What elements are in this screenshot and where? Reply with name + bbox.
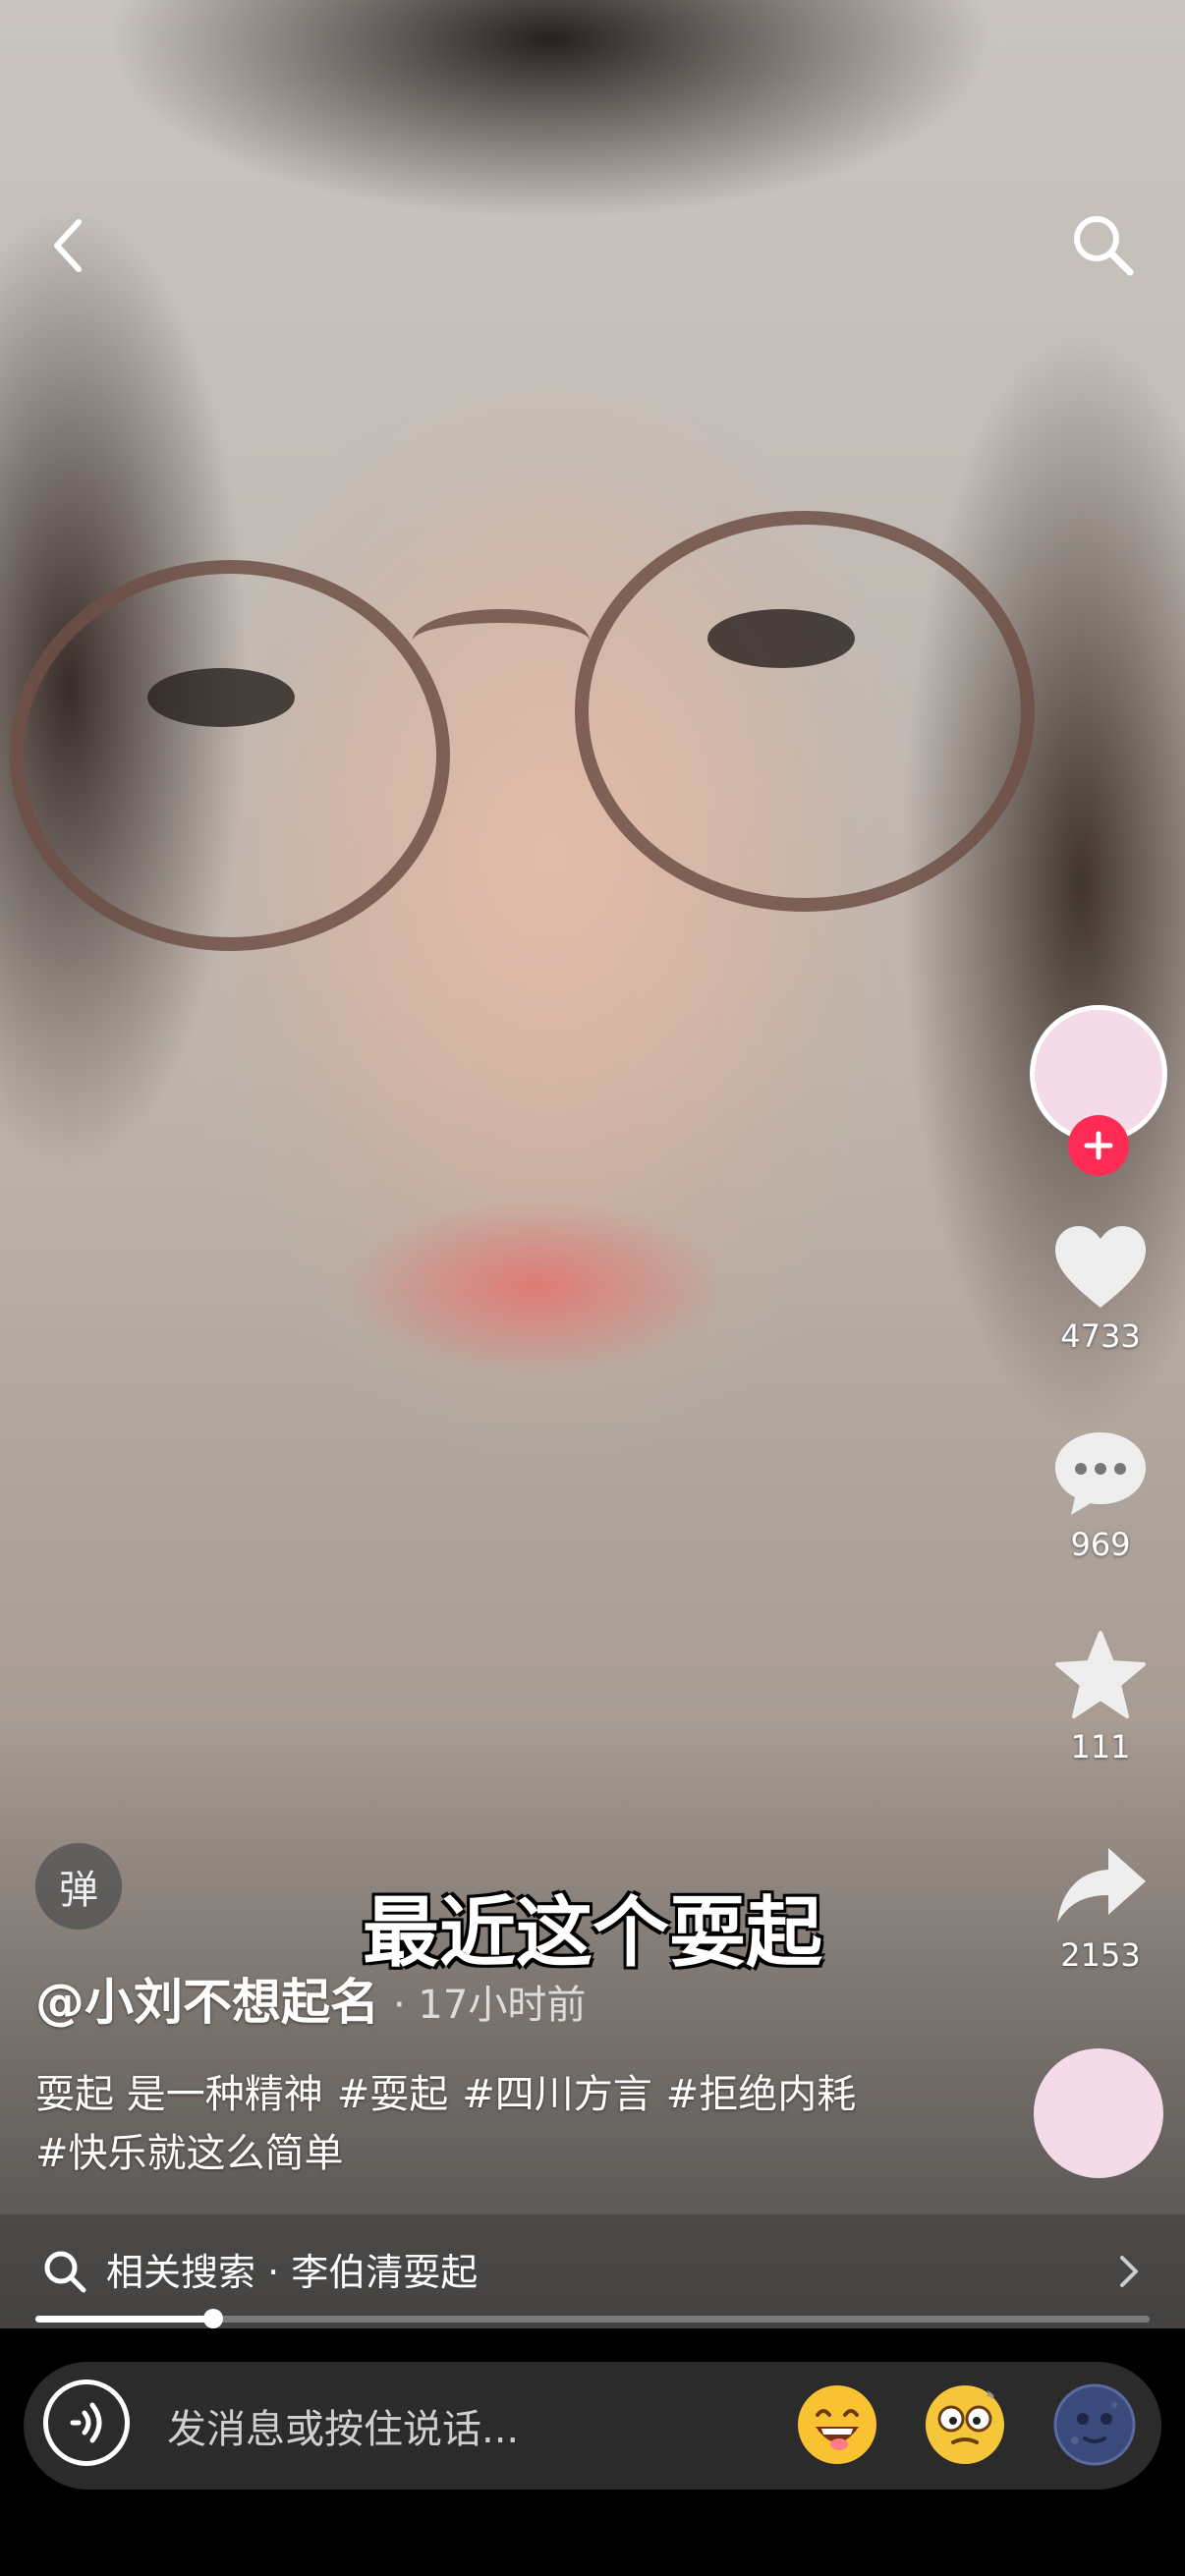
description-line-2: #快乐就这么简单 bbox=[35, 2124, 939, 2183]
glasses-right-lens bbox=[575, 511, 1035, 912]
eye-left bbox=[147, 668, 295, 727]
comment-count: 969 bbox=[1070, 1526, 1131, 1563]
chevron-right-icon bbox=[1120, 2256, 1138, 2287]
progress-fill bbox=[35, 2316, 214, 2323]
glasses-left-lens bbox=[10, 560, 450, 951]
post-time: · 17小时前 bbox=[393, 1983, 587, 2028]
voice-wave-icon bbox=[70, 2402, 102, 2443]
hashtag-link[interactable]: #四川方言 bbox=[462, 2072, 652, 2117]
hashtag-link[interactable]: #快乐就这么简单 bbox=[35, 2131, 344, 2176]
star-icon bbox=[1055, 1631, 1146, 1718]
description-text: 耍起 是一种精神 bbox=[35, 2072, 323, 2117]
eye-right bbox=[707, 609, 855, 668]
back-button[interactable] bbox=[29, 206, 108, 285]
dizzy-eyes-emoji-icon[interactable] bbox=[924, 2383, 1006, 2466]
music-disc-avatar[interactable] bbox=[1034, 2048, 1163, 2178]
search-icon bbox=[44, 2251, 86, 2293]
search-icon bbox=[1074, 216, 1134, 276]
plus-icon bbox=[1084, 1131, 1113, 1160]
author-name[interactable]: @小刘不想起名 bbox=[35, 1963, 379, 2034]
related-search-bar[interactable]: 相关搜索 · 李伯清耍起 bbox=[0, 2214, 1185, 2328]
search-button[interactable] bbox=[1059, 201, 1148, 290]
comment-button[interactable]: 969 bbox=[1032, 1427, 1169, 1563]
hashtag-link[interactable]: #耍起 bbox=[337, 2072, 449, 2117]
message-input-placeholder[interactable]: 发消息或按住说话... bbox=[167, 2397, 519, 2454]
video-progress-bar[interactable] bbox=[35, 2309, 1150, 2328]
favorite-button[interactable]: 111 bbox=[1032, 1629, 1169, 1765]
chevron-left-icon bbox=[54, 219, 82, 272]
moon-face-emoji-icon[interactable] bbox=[1053, 2383, 1136, 2466]
heart-icon bbox=[1055, 1226, 1146, 1308]
comment-icon bbox=[1055, 1432, 1146, 1515]
follow-button[interactable] bbox=[1068, 1115, 1129, 1176]
like-count: 4733 bbox=[1060, 1317, 1141, 1355]
favorite-count: 111 bbox=[1070, 1728, 1131, 1765]
like-button[interactable]: 4733 bbox=[1032, 1223, 1169, 1355]
description-line-1: 耍起 是一种精神 #耍起 #四川方言 #拒绝内耗 bbox=[35, 2065, 939, 2124]
grinning-emoji-icon[interactable] bbox=[796, 2383, 878, 2466]
hashtag-link[interactable]: #拒绝内耗 bbox=[666, 2072, 857, 2117]
related-search-label: 相关搜索 · 李伯清耍起 bbox=[106, 2251, 479, 2294]
glasses-bridge bbox=[413, 609, 590, 672]
post-description: 耍起 是一种精神 #耍起 #四川方言 #拒绝内耗 #快乐就这么简单 bbox=[35, 2065, 939, 2183]
voice-input-button[interactable] bbox=[43, 2380, 130, 2466]
